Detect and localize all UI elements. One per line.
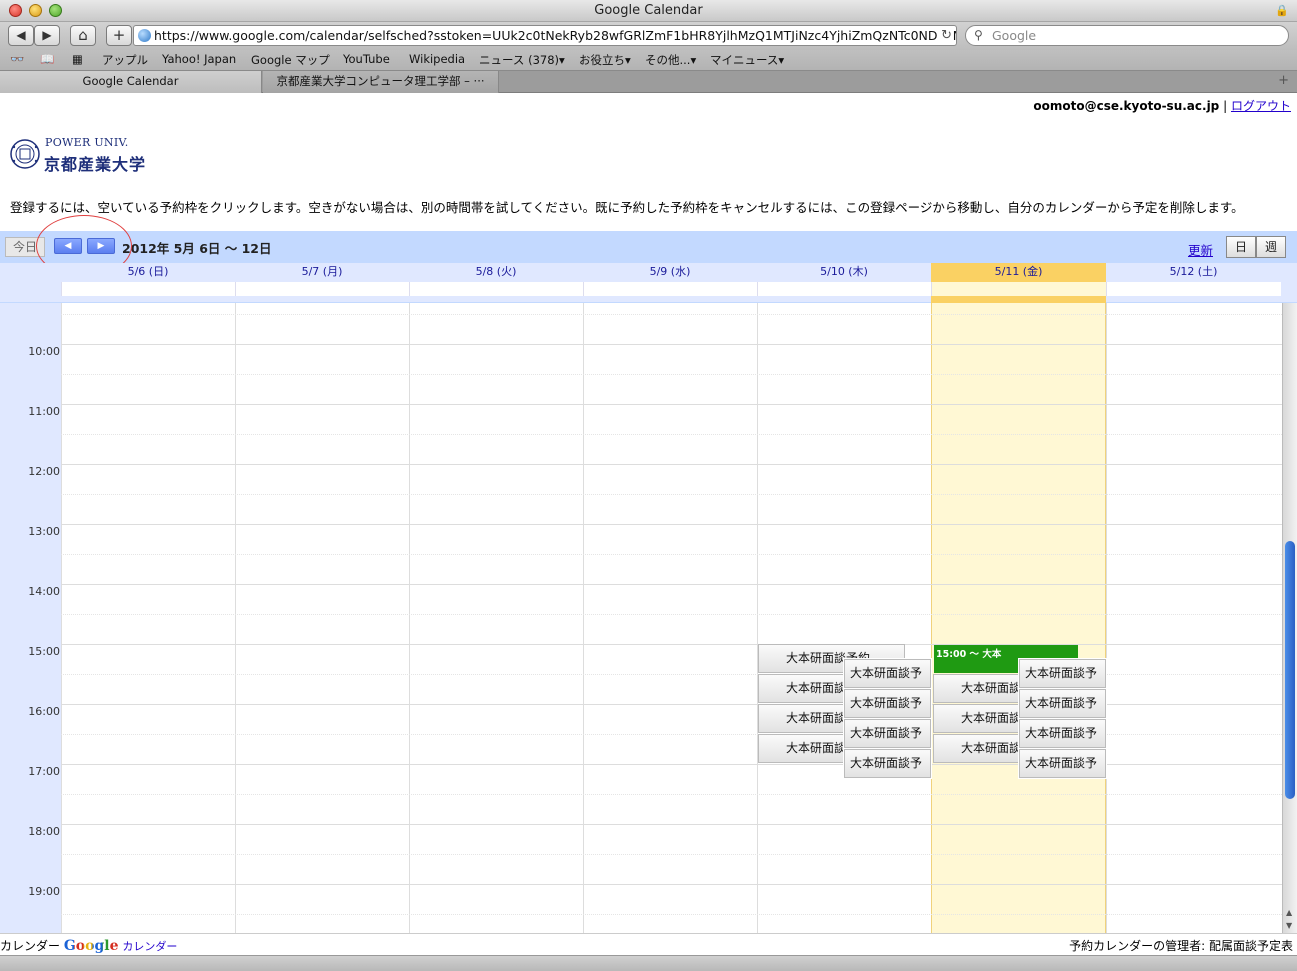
appointment-slot[interactable]: 大本研面談予 [1019, 749, 1106, 778]
day-column[interactable] [1106, 303, 1282, 933]
browser-toolbar: ◀ ▶ ⌂ + https://www.google.com/calendar/… [0, 22, 1297, 50]
logout-link[interactable]: ログアウト [1231, 99, 1291, 113]
globe-icon [138, 29, 151, 42]
browser-statusbar [0, 955, 1297, 971]
day-header-row: 5/6 (日) 5/7 (月) 5/8 (火) 5/9 (水) 5/10 (木)… [0, 263, 1297, 303]
forward-button[interactable]: ▶ [34, 25, 60, 46]
appointment-slot[interactable]: 大本研面談 [758, 734, 858, 763]
time-column: 10:00 11:00 12:00 13:00 14:00 15:00 16:0… [0, 303, 61, 933]
date-range: 2012年 5月 6日 〜 12日 [122, 241, 272, 256]
user-email: oomoto@cse.kyoto-su.ac.jp [1033, 99, 1220, 113]
window-titlebar: Google Calendar 🔒 [0, 0, 1297, 22]
university-logo: POWER UNIV. 京都産業大学 [9, 136, 169, 174]
time-label: 13:00 [28, 525, 60, 538]
appointment-slot[interactable]: 大本研面談予 [844, 749, 931, 778]
appointment-slot[interactable]: 大本研面談予 [844, 719, 931, 748]
footer-calendar-link[interactable]: カレンダー [122, 940, 177, 953]
day-header-wed: 5/9 (水) [583, 263, 757, 303]
calendar-navbar: 今日 ◀ ▶ 2012年 5月 6日 〜 12日 更新 日 週 [0, 231, 1297, 263]
appointment-slot[interactable]: 大本研面談予 [1019, 689, 1106, 718]
bookmarks-bar: 👓 📖 ▦ アップル Yahoo! Japan Google マップ YouTu… [0, 50, 1297, 70]
day-header-fri-today: 5/11 (金) [931, 263, 1106, 303]
time-label: 11:00 [28, 405, 60, 418]
bookmark-news[interactable]: ニュース (378)▾ [479, 52, 565, 68]
bookmark-other[interactable]: その他...▾ [645, 52, 696, 68]
tab-kyoto-su[interactable]: 京都産業大学コンピュータ理工学部 – ··· [263, 71, 499, 93]
time-label: 14:00 [28, 585, 60, 598]
new-tab-icon[interactable]: + [1278, 73, 1289, 88]
logo-name: 京都産業大学 [44, 155, 147, 174]
day-column[interactable] [409, 303, 583, 933]
instruction-text: 登録するには、空いている予約枠をクリックします。空きがない場合は、別の時間帯を試… [10, 200, 1244, 215]
bookmark-yahoo[interactable]: Yahoo! Japan [162, 52, 236, 66]
home-button[interactable]: ⌂ [70, 25, 96, 46]
reload-icon[interactable]: ↻ [938, 26, 952, 45]
search-icon: ⚲ [974, 28, 983, 42]
tab-bar: Google Calendar 京都産業大学コンピュータ理工学部 – ··· + [0, 70, 1297, 93]
user-info: oomoto@cse.kyoto-su.ac.jp | ログアウト [1033, 97, 1291, 114]
appointment-slot[interactable]: 大本研面談 [758, 674, 858, 703]
scroll-up-icon[interactable]: ▲ [1286, 908, 1292, 917]
time-label: 18:00 [28, 825, 60, 838]
time-label: 19:00 [28, 885, 60, 898]
vertical-scrollbar[interactable]: ▲ ▼ [1282, 303, 1297, 933]
scrollbar-thumb[interactable] [1285, 541, 1295, 799]
time-label: 16:00 [28, 705, 60, 718]
add-bookmark-button[interactable]: + [106, 25, 132, 46]
bookmark-useful[interactable]: お役立ち▾ [579, 52, 631, 68]
top-sites-grid-icon[interactable]: ▦ [72, 52, 83, 66]
footer-branding: カレンダー Google カレンダー [0, 937, 177, 954]
appointment-slot[interactable]: 大本研面談予 [844, 659, 931, 688]
bookmark-youtube[interactable]: YouTube [343, 52, 390, 66]
url-text: https://www.google.com/calendar/selfsche… [154, 28, 957, 43]
appointment-slot[interactable]: 大本研面談 [933, 704, 1033, 733]
time-label: 15:00 [28, 645, 60, 658]
bookmarks-book-icon[interactable]: 📖 [40, 52, 54, 66]
back-button[interactable]: ◀ [8, 25, 34, 46]
day-header-sat: 5/12 (土) [1106, 263, 1281, 303]
logo-tagline: POWER UNIV. [45, 136, 129, 149]
time-label: 10:00 [28, 345, 60, 358]
day-view-button[interactable]: 日 [1226, 236, 1256, 258]
url-field[interactable]: https://www.google.com/calendar/selfsche… [133, 25, 957, 46]
day-column[interactable] [235, 303, 409, 933]
google-logo[interactable]: Google [64, 938, 119, 954]
bookmark-apple[interactable]: アップル [102, 52, 148, 68]
university-emblem-icon [10, 139, 40, 169]
page-footer: カレンダー Google カレンダー 予約カレンダーの管理者: 配属面談予定表 [0, 933, 1297, 955]
lock-icon: 🔒 [1275, 4, 1289, 17]
tab-google-calendar[interactable]: Google Calendar [0, 71, 262, 93]
day-column-today[interactable] [931, 303, 1106, 933]
window-title: Google Calendar [594, 3, 703, 18]
week-grid[interactable]: 10:00 11:00 12:00 13:00 14:00 15:00 16:0… [0, 303, 1282, 933]
day-header-thu: 5/10 (木) [757, 263, 931, 303]
day-column[interactable] [61, 303, 235, 933]
appointment-slot[interactable]: 大本研面談予 [1019, 719, 1106, 748]
appointment-slot[interactable]: 大本研面談予 [1019, 659, 1106, 688]
scroll-down-icon[interactable]: ▼ [1286, 921, 1292, 930]
time-label: 12:00 [28, 465, 60, 478]
bookmark-google-maps[interactable]: Google マップ [251, 52, 330, 68]
reading-list-icon[interactable]: 👓 [10, 52, 24, 66]
day-header-sun: 5/6 (日) [61, 263, 235, 303]
time-label: 17:00 [28, 765, 60, 778]
appointment-slot[interactable]: 大本研面談 [933, 674, 1033, 703]
day-header-mon: 5/7 (月) [235, 263, 409, 303]
calendar-owner: 予約カレンダーの管理者: 配属面談予定表 [1069, 939, 1293, 953]
appointment-slot[interactable]: 大本研面談 [758, 704, 858, 733]
day-column[interactable] [583, 303, 757, 933]
search-input[interactable]: ⚲ Google [965, 25, 1289, 46]
user-separator: | [1223, 99, 1228, 113]
appointment-slot[interactable]: 大本研面談予 [844, 689, 931, 718]
bookmark-my-news[interactable]: マイニュース▾ [710, 52, 784, 68]
week-view-button[interactable]: 週 [1256, 236, 1286, 258]
appointment-slot[interactable]: 大本研面談 [933, 734, 1033, 763]
bookmark-wikipedia[interactable]: Wikipedia [409, 52, 465, 66]
day-column[interactable] [757, 303, 931, 933]
footer-calendar-text: カレンダー [0, 939, 61, 953]
refresh-link[interactable]: 更新 [1188, 240, 1213, 259]
day-header-tue: 5/8 (火) [409, 263, 583, 303]
search-placeholder: Google [992, 28, 1037, 43]
